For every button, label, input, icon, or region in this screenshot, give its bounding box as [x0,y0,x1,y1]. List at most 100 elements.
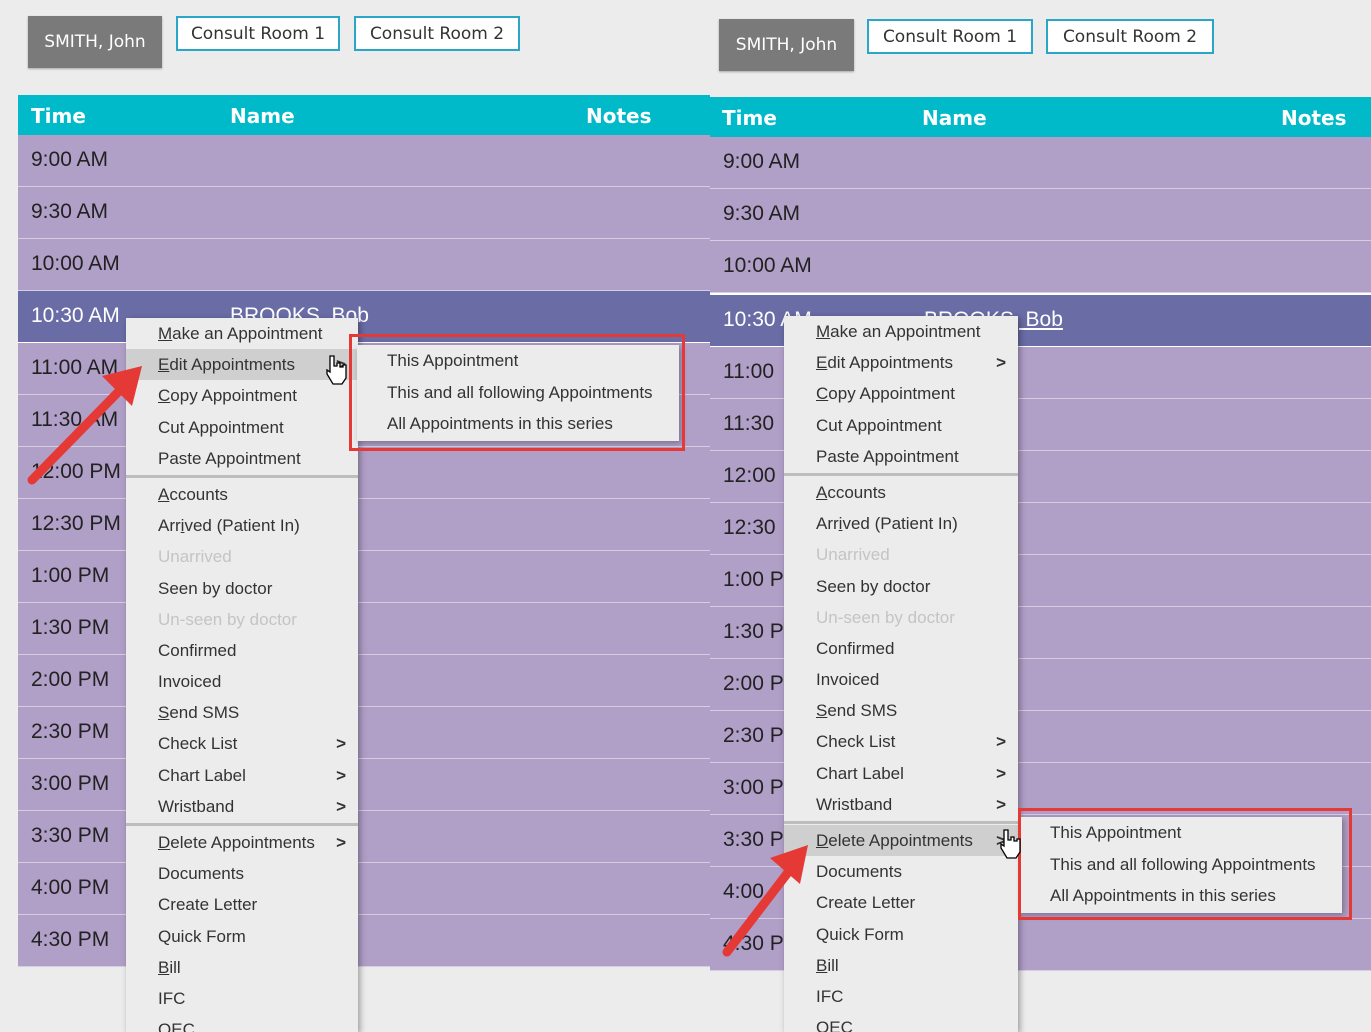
menu-item-label: IFC [816,986,844,1006]
menu-item[interactable]: Send SMS [784,695,1018,726]
slot-time: 10:00 AM [31,252,120,275]
menu-item[interactable]: Wristband > [784,789,1018,820]
menu-item[interactable]: Invoiced [126,666,358,697]
time-slot-row[interactable]: 12:00 PM [18,447,710,499]
menu-item[interactable]: Create Letter [784,887,1018,918]
menu-item[interactable]: Send SMS [126,697,358,728]
menu-item[interactable]: Quick Form [784,919,1018,950]
appointment-context-menu: Make an Appointment Edit Appointments > Cop… [126,318,358,1032]
menu-item-label: Make an Appointment [816,322,981,341]
menu-item[interactable]: IFC [784,981,1018,1012]
time-slot-row[interactable]: 1:00 PM [18,551,710,603]
notes-column-header: Notes [1281,106,1347,130]
menu-item[interactable]: Confirmed [126,635,358,666]
menu-item[interactable]: Seen by doctor [784,571,1018,602]
menu-item[interactable]: OEC [126,1014,358,1032]
time-slot-row[interactable]: 12:30 PM [18,499,710,551]
time-slot-row[interactable]: 4:00 PM [18,863,710,915]
menu-item[interactable]: Cut Appointment [784,410,1018,441]
submenu-arrow-icon: > [996,763,1006,783]
submenu-arrow-icon: > [336,355,346,375]
menu-item[interactable]: Chart Label > [784,758,1018,789]
doctor-tab[interactable]: SMITH, John [28,16,162,68]
menu-item[interactable]: Bill [784,950,1018,981]
time-slot-row[interactable]: 4:30 PM [18,915,710,967]
slot-time: 12:30 [723,516,776,539]
menu-item[interactable]: Wristband > [126,791,358,822]
menu-item[interactable]: Confirmed [784,633,1018,664]
menu-item[interactable]: Copy Appointment [126,380,358,411]
menu-item[interactable]: Copy Appointment [784,378,1018,409]
menu-item[interactable]: Make an Appointment [126,318,358,349]
consult-room-1-tab[interactable]: Consult Room 1 [867,19,1033,54]
menu-separator [784,821,1018,824]
time-slot-row[interactable]: 3:00 PM [18,759,710,811]
menu-item[interactable]: Bill [126,952,358,983]
menu-item-label: Un-seen by doctor [158,609,297,629]
menu-item-label: Send SMS [816,701,898,721]
menu-item-label: IFC [158,988,186,1008]
menu-item[interactable]: Paste Appointment [126,443,358,474]
menu-item: Un-seen by doctor [126,604,358,635]
menu-item-label: Documents [816,862,902,882]
slot-time: 9:00 AM [31,148,109,171]
menu-item[interactable]: Edit Appointments > [126,349,358,381]
consult-room-2-tab[interactable]: Consult Room 2 [354,16,520,51]
menu-item[interactable]: Create Letter [126,889,358,920]
time-slot-row[interactable]: 3:30 PM [18,811,710,863]
menu-item[interactable]: Arrived (Patient In) [784,508,1018,539]
submenu-arrow-icon: > [336,734,346,754]
menu-item[interactable]: Cut Appointment [126,412,358,443]
slot-time: 2:30 PM [31,720,110,743]
time-slot-row[interactable]: 1:30 PM [18,603,710,655]
menu-item[interactable]: Delete Appointments > [126,827,358,858]
menu-item-label: Invoiced [816,670,880,690]
time-slot-row[interactable]: 2:00 PM [18,655,710,707]
time-slot-row[interactable]: 9:00 AM [710,137,1371,189]
time-slot-row[interactable]: 10:00 AM [710,241,1371,293]
slot-time: 3:00 PM [31,772,110,795]
time-slot-row[interactable]: 2:30 PM [18,707,710,759]
menu-item[interactable]: OEC [784,1012,1018,1032]
menu-item[interactable]: Documents [126,858,358,889]
menu-item[interactable]: Make an Appointment [784,316,1018,347]
menu-item[interactable]: Accounts [784,477,1018,508]
consult-room-2-tab[interactable]: Consult Room 2 [1046,19,1214,54]
menu-item[interactable]: Arrived (Patient In) [126,510,358,541]
menu-item-label: Documents [158,864,244,884]
slot-time: 9:30 AM [31,200,109,223]
menu-item-label: Bill [158,957,181,977]
menu-item[interactable]: Quick Form [126,921,358,952]
menu-item[interactable]: Seen by doctor [126,573,358,604]
doctor-tab[interactable]: SMITH, John [719,19,854,71]
menu-item-label: OEC [158,1020,195,1032]
menu-item[interactable]: Chart Label > [126,760,358,791]
menu-item[interactable]: Check List > [126,728,358,759]
menu-item-label: Create Letter [816,893,916,913]
consult-room-1-tab[interactable]: Consult Room 1 [176,16,340,51]
menu-item[interactable]: Delete Appointments > [784,825,1018,857]
slot-time: 12:00 [723,464,776,487]
menu-item-label: Copy Appointment [816,384,955,404]
menu-item-label: Unarrived [816,545,890,565]
submenu-arrow-icon: > [996,794,1006,814]
menu-item[interactable]: Check List > [784,726,1018,757]
time-slot-row[interactable]: 10:00 AM [18,239,710,291]
menu-item-label: Quick Form [816,924,904,944]
menu-item[interactable]: Accounts [126,479,358,510]
menu-item[interactable]: Invoiced [784,664,1018,695]
menu-item[interactable]: Paste Appointment [784,441,1018,472]
menu-item[interactable]: IFC [126,983,358,1014]
time-slot-row[interactable]: 9:00 AM [18,135,710,187]
slot-time: 3:00 P [723,776,784,799]
menu-item[interactable]: Edit Appointments > [784,347,1018,378]
time-column-header: Time [722,106,777,130]
slot-time: 9:30 AM [723,202,801,225]
room-tab-bar: SMITH, John Consult Room 1 Consult Room … [710,0,1371,95]
menu-item-label: Seen by doctor [816,576,931,596]
menu-item[interactable]: Documents [784,856,1018,887]
menu-item-label: Edit Appointments [158,355,296,375]
time-slot-row[interactable]: 9:30 AM [18,187,710,239]
time-slot-row[interactable]: 9:30 AM [710,189,1371,241]
menu-item-label: Confirmed [158,640,237,660]
